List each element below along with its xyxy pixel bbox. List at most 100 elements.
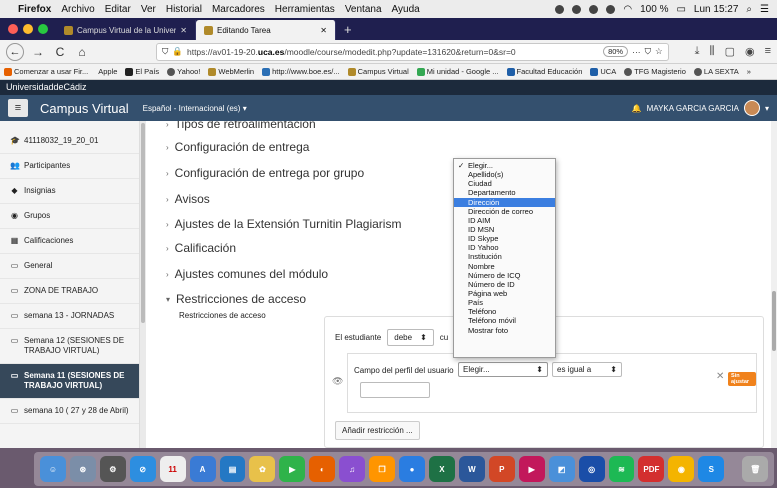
- menu-ayuda[interactable]: Ayuda: [392, 4, 420, 15]
- dropdown-option[interactable]: Teléfono móvil: [454, 316, 555, 325]
- drawer-item-general[interactable]: ▭ General: [0, 254, 139, 279]
- section-configuracion-grupo[interactable]: › Configuración de entrega por grupo: [166, 166, 364, 180]
- dropdown-option[interactable]: Departamento: [454, 188, 555, 197]
- word-icon[interactable]: W: [458, 456, 485, 482]
- app-store-icon[interactable]: A: [189, 456, 216, 482]
- bookmark-item[interactable]: UCA: [590, 67, 616, 76]
- download-icon[interactable]: ⤓: [695, 45, 700, 58]
- delete-condition-icon[interactable]: ✕: [716, 371, 724, 382]
- library-icon[interactable]: ⫼: [710, 45, 715, 58]
- section-ajustes-comunes[interactable]: › Ajustes comunes del módulo: [166, 267, 328, 281]
- drawer-toggle-button[interactable]: ≡: [8, 99, 28, 117]
- dropdown-option[interactable]: Apellido(s): [454, 170, 555, 179]
- menu-editar[interactable]: Editar: [105, 4, 131, 15]
- trash-icon[interactable]: 🗑: [742, 456, 769, 482]
- facetime-icon[interactable]: ▶: [279, 456, 306, 482]
- messages-icon[interactable]: ●: [399, 456, 425, 482]
- status-icon[interactable]: [589, 4, 599, 14]
- preview-icon[interactable]: ◩: [548, 456, 575, 482]
- clock[interactable]: Lun 15:27: [694, 4, 739, 15]
- status-icon[interactable]: [555, 4, 565, 14]
- office-icon[interactable]: ▶: [518, 456, 545, 482]
- more-bookmarks-icon[interactable]: »: [747, 67, 751, 76]
- books-icon[interactable]: ❒: [369, 456, 396, 482]
- firefox-icon[interactable]: ◐: [309, 456, 336, 482]
- bookmark-item[interactable]: Campus Virtual: [347, 67, 409, 76]
- section-restricciones[interactable]: ▾ Restricciones de acceso: [166, 292, 306, 306]
- sync-icon[interactable]: [572, 4, 582, 14]
- drawer-item-zona-trabajo[interactable]: ▭ ZONA DE TRABAJO: [0, 279, 139, 304]
- user-menu[interactable]: 🔔 MAYKA GARCIA GARCIA ▾: [632, 100, 769, 116]
- app-icon[interactable]: ◎: [578, 456, 605, 482]
- shield-icon[interactable]: ⛉: [162, 46, 168, 57]
- section-turnitin[interactable]: › Ajustes de la Extensión Turnitin Plagia…: [166, 217, 401, 231]
- bookmark-item[interactable]: Comenzar a usar Fir...: [4, 67, 88, 76]
- skype-icon[interactable]: S: [698, 456, 725, 482]
- dropdown-option[interactable]: ID Yahoo: [454, 243, 555, 252]
- account-icon[interactable]: ◉: [745, 45, 755, 58]
- finder-icon[interactable]: ☺: [40, 456, 66, 482]
- forward-button[interactable]: →: [30, 45, 46, 59]
- eye-icon[interactable]: 👁: [332, 376, 343, 387]
- notification-bell-icon[interactable]: 🔔: [632, 104, 642, 113]
- lock-icon[interactable]: 🔒: [172, 46, 183, 57]
- avatar[interactable]: [743, 100, 760, 116]
- value-input[interactable]: [360, 382, 430, 398]
- scroll-thumb[interactable]: [141, 123, 145, 323]
- drawer-item-calificaciones[interactable]: ▦ Calificaciones: [0, 229, 139, 254]
- drawer-item-semana-10[interactable]: ▭ semana 10 ( 27 y 28 de Abril): [0, 399, 139, 424]
- bookmark-item[interactable]: http://www.boe.es/...: [262, 67, 340, 76]
- url-bar[interactable]: ⛉ 🔒 https://av01-19-20.uca.es/moodle/cou…: [156, 42, 669, 61]
- menu-icon[interactable]: ≡: [765, 45, 771, 58]
- dropdown-option[interactable]: Dirección de correo: [454, 207, 555, 216]
- must-select[interactable]: debe ⬍: [387, 329, 434, 346]
- status-icon[interactable]: [606, 4, 616, 14]
- tab-editando-tarea[interactable]: Editando Tarea ✕: [196, 20, 336, 40]
- menu-ver[interactable]: Ver: [141, 4, 156, 15]
- scroll-thumb[interactable]: [772, 291, 776, 351]
- itunes-icon[interactable]: ♫: [339, 456, 366, 482]
- menu-marcadores[interactable]: Marcadores: [212, 4, 265, 15]
- url-text[interactable]: https://av01-19-20.uca.es/moodle/course/…: [187, 47, 599, 57]
- tab-campus-virtual[interactable]: Campus Virtual de la Universid ✕: [56, 20, 196, 40]
- section-calificacion[interactable]: › Calificación: [166, 241, 236, 255]
- calendar-icon[interactable]: 11: [159, 456, 186, 482]
- section-tipos-retroalimentacion[interactable]: › Tipos de retroalimentación: [166, 121, 316, 131]
- dropdown-option[interactable]: País: [454, 298, 555, 307]
- dropdown-option[interactable]: Dirección: [454, 197, 555, 207]
- drawer-item-course[interactable]: 🎓 41118032_19_20_01: [0, 129, 139, 154]
- bookmark-item[interactable]: Apple: [96, 67, 117, 76]
- maximize-window-icon[interactable]: [38, 24, 48, 34]
- dropdown-option[interactable]: Institución: [454, 252, 555, 261]
- dropdown-option[interactable]: ID AIM: [454, 216, 555, 225]
- bookmark-item[interactable]: El País: [125, 67, 159, 76]
- drawer-item-semana-13[interactable]: ▭ semana 13 - JORNADAS: [0, 304, 139, 329]
- pdf-icon[interactable]: PDF: [638, 456, 665, 482]
- home-button[interactable]: ⌂: [74, 45, 90, 59]
- safari-icon[interactable]: ⊘: [129, 456, 156, 482]
- notes-icon[interactable]: ▤: [219, 456, 246, 482]
- dropdown-option[interactable]: Teléfono: [454, 307, 555, 316]
- bookmark-item[interactable]: WebMerlin: [208, 67, 254, 76]
- dropdown-option[interactable]: Número de ICQ: [454, 271, 555, 280]
- university-logo[interactable]: UniversidaddeCádiz: [6, 82, 87, 92]
- drawer-item-grupos[interactable]: ◉ Grupos: [0, 204, 139, 229]
- app-name[interactable]: Firefox: [18, 4, 51, 15]
- menu-historial[interactable]: Historial: [166, 4, 202, 15]
- drawer-item-semana-12[interactable]: ▭ Semana 12 (SESIONES DE TRABAJO VIRTUAL): [0, 329, 139, 364]
- powerpoint-icon[interactable]: P: [488, 456, 515, 482]
- battery-icon[interactable]: ▭: [676, 4, 685, 15]
- dropdown-option[interactable]: Página web: [454, 289, 555, 298]
- bookmark-star-icon[interactable]: ☆: [655, 46, 663, 57]
- spotify-icon[interactable]: ≋: [608, 456, 635, 482]
- menu-archivo[interactable]: Archivo: [61, 4, 94, 15]
- bookmark-item[interactable]: Mi unidad - Google ...: [416, 67, 499, 76]
- dropdown-option[interactable]: Mostrar foto: [454, 326, 555, 335]
- launchpad-icon[interactable]: ⊛: [69, 456, 96, 482]
- menu-herramientas[interactable]: Herramientas: [275, 4, 335, 15]
- add-restriction-button[interactable]: Añadir restricción ...: [335, 421, 420, 440]
- reload-button[interactable]: C: [52, 45, 68, 59]
- close-tab-icon[interactable]: ✕: [180, 26, 187, 35]
- dropdown-option[interactable]: ID MSN: [454, 225, 555, 234]
- section-configuracion-entrega[interactable]: › Configuración de entrega: [166, 140, 309, 154]
